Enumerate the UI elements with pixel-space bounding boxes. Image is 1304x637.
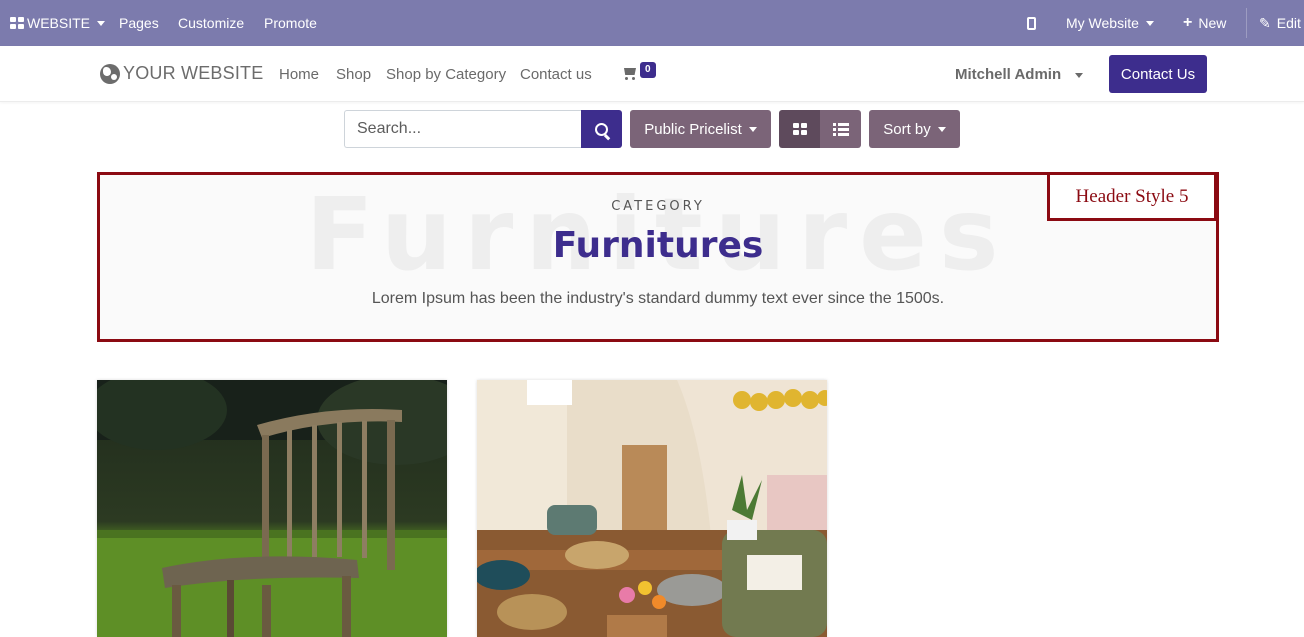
mobile-phone-icon — [1027, 16, 1036, 30]
sort-label: Sort by — [883, 120, 931, 138]
view-toggle — [779, 110, 861, 148]
user-name: Mitchell Admin — [955, 66, 1062, 83]
product-card-chair[interactable] — [97, 380, 447, 637]
chevron-down-icon — [97, 20, 106, 26]
grid-view-icon — [792, 123, 807, 135]
chevron-down-icon — [748, 126, 757, 132]
website-menu[interactable]: WEBSITE — [10, 0, 106, 46]
new-button-label: New — [1198, 15, 1227, 31]
site-selector-label: My Website — [1066, 15, 1139, 31]
search-icon — [595, 122, 608, 136]
edit-button-label: Edit — [1276, 15, 1301, 31]
admin-menu-promote[interactable]: Promote — [264, 0, 317, 46]
search-button[interactable] — [581, 110, 622, 148]
edit-button[interactable]: ✎ Edit — [1259, 0, 1301, 46]
admin-menu-pages[interactable]: Pages — [119, 0, 159, 46]
nav-contact-us[interactable]: Contact us — [520, 66, 592, 83]
site-logo[interactable]: YOUR WEBSITE — [100, 63, 263, 84]
category-title: Furnitures — [552, 225, 764, 266]
admin-bar: WEBSITE Pages Customize Promote My Websi… — [0, 0, 1304, 46]
nav-home[interactable]: Home — [279, 66, 319, 83]
product-image-living-room — [477, 380, 827, 637]
chevron-down-icon — [937, 126, 946, 132]
admin-menu-customize[interactable]: Customize — [178, 0, 244, 46]
list-view-icon — [832, 122, 849, 136]
site-selector[interactable]: My Website — [1066, 0, 1154, 46]
admin-divider — [1246, 8, 1247, 38]
list-view-button[interactable] — [820, 110, 861, 148]
nav-shop[interactable]: Shop — [336, 66, 371, 83]
sort-dropdown[interactable]: Sort by — [869, 110, 960, 148]
nav-shop-by-category[interactable]: Shop by Category — [386, 66, 506, 83]
mobile-preview-button[interactable] — [1027, 0, 1036, 46]
new-button[interactable]: + New — [1183, 0, 1226, 46]
contact-us-button[interactable]: Contact Us — [1109, 55, 1207, 93]
chevron-down-icon — [1075, 72, 1084, 78]
website-menu-label: WEBSITE — [27, 15, 91, 31]
header-style-tag: Header Style 5 — [1047, 172, 1217, 221]
pricelist-dropdown[interactable]: Public Pricelist — [630, 110, 771, 148]
product-image-chair — [97, 380, 447, 637]
pricelist-label: Public Pricelist — [644, 120, 742, 138]
plus-icon: + — [1183, 14, 1193, 31]
grid-view-button[interactable] — [779, 110, 820, 148]
apps-grid-icon — [10, 17, 24, 29]
chevron-down-icon — [1145, 20, 1154, 26]
cart-count-badge: 0 — [640, 62, 656, 78]
shopping-cart-icon — [622, 67, 638, 80]
pencil-icon: ✎ — [1259, 14, 1271, 31]
search-input[interactable] — [344, 110, 582, 148]
category-description: Lorem Ipsum has been the industry's stan… — [371, 290, 945, 307]
user-menu[interactable]: Mitchell Admin — [955, 66, 1084, 83]
logo-text: YOUR WEBSITE — [123, 63, 264, 83]
globe-icon — [100, 63, 120, 84]
cart-link[interactable] — [622, 66, 638, 83]
product-card-living-room[interactable] — [477, 380, 827, 637]
site-header: YOUR WEBSITE Home Shop Shop by Category … — [0, 46, 1304, 102]
